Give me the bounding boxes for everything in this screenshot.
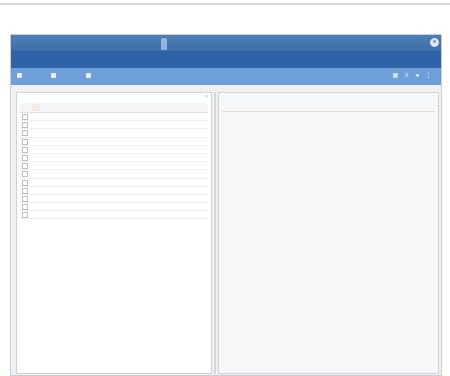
left-gutter xyxy=(0,34,10,376)
table-body xyxy=(20,113,208,220)
row-name xyxy=(29,154,114,161)
page-title xyxy=(165,8,277,22)
row-value xyxy=(120,170,180,177)
row-checkbox[interactable] xyxy=(22,171,28,178)
pin-icon[interactable]: ● xyxy=(413,72,422,81)
close-icon[interactable]: × xyxy=(205,94,211,100)
tab-strip: × xyxy=(11,35,441,51)
row-name xyxy=(29,179,114,186)
row-name xyxy=(29,203,114,210)
row-name xyxy=(29,162,114,169)
row-name xyxy=(29,113,114,120)
row-name xyxy=(29,195,114,202)
row-name xyxy=(29,138,114,145)
row-value xyxy=(120,138,180,145)
tab-4[interactable] xyxy=(161,38,167,50)
table-row[interactable] xyxy=(20,187,208,195)
toolbar: ▦ ≡ ● ⋮ xyxy=(11,68,441,85)
row-value xyxy=(120,154,180,161)
row-checkbox[interactable] xyxy=(22,179,28,186)
row-name xyxy=(29,146,114,153)
top-divider xyxy=(0,3,450,5)
row-value xyxy=(120,121,180,128)
row-value xyxy=(120,187,180,194)
header-bar xyxy=(11,51,441,68)
row-name xyxy=(29,121,114,128)
row-value xyxy=(120,146,180,153)
table-row[interactable] xyxy=(20,121,208,130)
table-row[interactable] xyxy=(20,154,208,163)
app-window: × ▦ ≡ ● ⋮ × xyxy=(10,34,442,376)
row-value xyxy=(120,113,180,120)
close-icon[interactable]: × xyxy=(430,38,439,47)
row-value xyxy=(120,162,180,169)
row-checkbox[interactable] xyxy=(22,163,28,170)
row-name xyxy=(29,129,114,136)
row-checkbox[interactable] xyxy=(22,146,28,153)
grid-icon[interactable]: ▦ xyxy=(391,72,400,81)
row-checkbox[interactable] xyxy=(22,154,28,161)
table-header xyxy=(20,103,208,113)
row-checkbox[interactable] xyxy=(22,195,28,202)
top-bar xyxy=(0,0,450,34)
toolbar-item-2[interactable] xyxy=(51,72,58,81)
row-name xyxy=(29,170,114,177)
row-value xyxy=(120,195,180,202)
row-checkbox[interactable] xyxy=(22,122,28,129)
right-gutter xyxy=(442,34,450,376)
settings-icon xyxy=(51,73,56,79)
table-row[interactable] xyxy=(20,179,208,187)
right-pane xyxy=(218,92,439,374)
table-row[interactable] xyxy=(20,203,208,212)
row-value xyxy=(120,211,180,218)
table-row[interactable] xyxy=(20,170,208,179)
table-row[interactable] xyxy=(20,195,208,204)
row-checkbox[interactable] xyxy=(22,212,28,219)
row-checkbox[interactable] xyxy=(22,204,28,211)
document-icon xyxy=(86,73,91,79)
gutter-mark xyxy=(0,292,6,300)
table-row[interactable] xyxy=(20,162,208,171)
toolbar-item-3[interactable] xyxy=(86,72,93,81)
table-row[interactable] xyxy=(20,129,208,138)
pane-splitter[interactable] xyxy=(214,92,216,374)
right-table-header xyxy=(222,103,435,112)
more-icon[interactable]: ⋮ xyxy=(424,72,433,81)
empty-state-message xyxy=(279,121,389,128)
row-checkbox[interactable] xyxy=(22,187,28,194)
row-checkbox[interactable] xyxy=(22,138,28,145)
row-checkbox[interactable] xyxy=(22,114,28,120)
row-name xyxy=(29,187,114,194)
row-name xyxy=(29,211,114,218)
column-header-a[interactable] xyxy=(32,104,40,111)
row-value xyxy=(120,203,180,210)
row-value xyxy=(120,129,180,136)
table-row[interactable] xyxy=(20,138,208,146)
toolbar-item-1[interactable] xyxy=(17,72,24,81)
table-row[interactable] xyxy=(20,113,208,122)
table-row[interactable] xyxy=(20,211,208,220)
refresh-icon xyxy=(17,73,22,79)
row-checkbox[interactable] xyxy=(22,130,28,137)
row-value xyxy=(120,179,180,186)
left-pane: × xyxy=(16,92,212,374)
list-icon[interactable]: ≡ xyxy=(402,72,411,81)
table-row[interactable] xyxy=(20,146,208,154)
